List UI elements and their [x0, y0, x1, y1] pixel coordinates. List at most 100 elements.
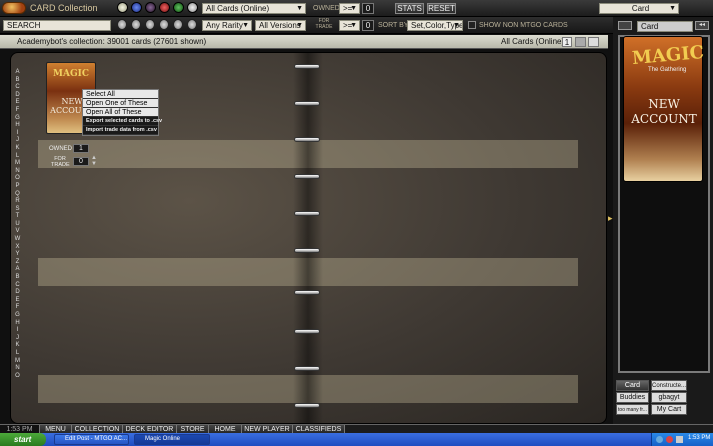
show-non-mtgo-checkbox[interactable] [468, 21, 476, 29]
alphabet-index-letter[interactable]: T [11, 213, 24, 221]
alphabet-index-letter[interactable]: J [11, 335, 24, 343]
alphabet-index-letter[interactable]: B [11, 77, 24, 85]
alphabet-index-letter[interactable]: K [11, 342, 24, 350]
mtgo-logo [2, 2, 26, 14]
alphabet-index-letter[interactable]: I [11, 327, 24, 335]
alphabet-index-letter[interactable]: N [11, 168, 24, 176]
menu-item-open-all[interactable]: Open All of These [83, 108, 158, 117]
artifact-filter-icon[interactable] [131, 19, 141, 30]
alphabet-index-letter[interactable]: D [11, 92, 24, 100]
alphabet-index-letter[interactable]: O [11, 175, 24, 183]
alphabet-index-letter[interactable]: G [11, 312, 24, 320]
trade-stepper-icon[interactable]: ▲ ▼ [91, 155, 97, 167]
search-input[interactable]: SEARCH [3, 20, 111, 31]
tab-too-many[interactable]: too many fr... [616, 404, 649, 415]
list-view-icon[interactable] [575, 37, 586, 47]
black-mana-filter-icon[interactable] [145, 2, 156, 13]
security-icon[interactable] [666, 436, 673, 443]
binder-ring [294, 329, 320, 334]
alphabet-index-letter[interactable]: R [11, 198, 24, 206]
prev-arrow-icon[interactable] [618, 21, 632, 30]
alphabet-index-letter[interactable]: F [11, 107, 24, 115]
alphabet-index-letter[interactable]: I [11, 130, 24, 138]
blue-mana-filter-icon[interactable] [131, 2, 142, 13]
tab-my-cart[interactable]: My Cart [651, 404, 687, 415]
alphabet-index-letter[interactable]: U [11, 221, 24, 229]
trade-operator-select[interactable]: >= ▼ [339, 20, 360, 31]
creature-filter-icon[interactable] [117, 19, 127, 30]
white-mana-filter-icon[interactable] [117, 2, 128, 13]
taskbar-item-edit-post[interactable]: Edit Post - MTGO AC... [54, 434, 129, 445]
stats-button[interactable]: STATS [395, 3, 424, 14]
alphabet-index-letter[interactable]: O [11, 373, 24, 381]
menu-item-import-csv[interactable]: Import trade data from .csv [83, 126, 158, 135]
alphabet-index-letter[interactable]: Y [11, 251, 24, 259]
alphabet-index-letter[interactable]: P [11, 183, 24, 191]
chevron-down-icon: ▼ [296, 22, 303, 29]
preview-pack-subtitle: The Gathering [648, 67, 687, 73]
versions-select[interactable]: All Versions ▼ [255, 20, 306, 31]
view-mode-select[interactable]: Card ▼ [599, 3, 679, 14]
alphabet-index-letter[interactable]: D [11, 289, 24, 297]
red-mana-filter-icon[interactable] [159, 2, 170, 13]
colorless-filter-icon[interactable] [187, 2, 198, 13]
binder-ring [294, 248, 320, 253]
instant-filter-icon[interactable] [173, 19, 183, 30]
alphabet-index-letter[interactable]: M [11, 160, 24, 168]
alphabet-index[interactable]: ABCDEFGHIJKLMNOPQRSTUVWXYZABCDEFGHIJKLMN… [11, 69, 24, 380]
alphabet-index-letter[interactable]: E [11, 297, 24, 305]
menu-item-select-all[interactable]: Select All [83, 90, 158, 99]
alphabet-index-letter[interactable]: N [11, 365, 24, 373]
owned-count-input[interactable]: 0 [362, 3, 374, 14]
alphabet-index-letter[interactable]: L [11, 153, 24, 161]
green-mana-filter-icon[interactable] [173, 2, 184, 13]
trade-count-input[interactable]: 0 [362, 20, 374, 31]
alphabet-index-letter[interactable]: M [11, 358, 24, 366]
preview-pack-line1: NEW [648, 97, 680, 111]
card-set-select[interactable]: All Cards (Online) ▼ [202, 3, 306, 14]
owned-operator-select[interactable]: >= ▼ [339, 3, 360, 14]
alphabet-index-letter[interactable]: S [11, 206, 24, 214]
tab-card[interactable]: Card [616, 380, 649, 391]
land-filter-icon[interactable] [187, 19, 197, 30]
start-button[interactable]: start [0, 433, 46, 446]
alphabet-index-letter[interactable]: G [11, 115, 24, 123]
alphabet-index-letter[interactable]: X [11, 244, 24, 252]
collapse-panel-icon[interactable]: ◂◂ [695, 21, 709, 30]
sort-by-select[interactable]: Set,Color,Type ▼ [407, 20, 463, 31]
enchantment-filter-icon[interactable] [145, 19, 155, 30]
alphabet-index-letter[interactable]: H [11, 320, 24, 328]
volume-icon[interactable] [676, 436, 683, 443]
alphabet-index-letter[interactable]: Q [11, 191, 24, 199]
sorcery-filter-icon[interactable] [159, 19, 169, 30]
alphabet-index-letter[interactable]: Z [11, 259, 24, 267]
alphabet-index-letter[interactable]: B [11, 274, 24, 282]
preview-search-input[interactable]: Card [637, 21, 693, 32]
pack-context-menu: Select All Open One of These Open All of… [82, 89, 162, 136]
alphabet-index-letter[interactable]: C [11, 84, 24, 92]
rarity-select[interactable]: Any Rarity ▼ [202, 20, 252, 31]
alphabet-index-letter[interactable]: L [11, 350, 24, 358]
alphabet-index-letter[interactable]: A [11, 266, 24, 274]
alphabet-index-letter[interactable]: W [11, 236, 24, 244]
alphabet-index-letter[interactable]: V [11, 228, 24, 236]
alphabet-index-letter[interactable]: E [11, 99, 24, 107]
alphabet-index-letter[interactable]: F [11, 304, 24, 312]
tab-constructed[interactable]: Constructe... [651, 380, 687, 391]
alphabet-index-letter[interactable]: J [11, 137, 24, 145]
tab-user[interactable]: gbagyt [651, 392, 687, 403]
alphabet-index-letter[interactable]: C [11, 282, 24, 290]
menu-item-export-csv[interactable]: Export selected cards to .csv [83, 117, 162, 126]
taskbar-item-magic-online[interactable]: Magic Online [134, 434, 210, 445]
expand-panel-arrow-icon[interactable]: ▸ [608, 213, 614, 223]
reset-button[interactable]: RESET [427, 3, 456, 14]
network-icon[interactable] [656, 436, 663, 443]
alphabet-index-letter[interactable]: H [11, 122, 24, 130]
page-number[interactable]: 1 [562, 37, 572, 47]
menu-item-open-one[interactable]: Open One of These [83, 99, 158, 108]
tab-buddies[interactable]: Buddies [616, 392, 649, 403]
alphabet-index-letter[interactable]: K [11, 145, 24, 153]
binder-trade-value[interactable]: 0 [73, 157, 89, 166]
binder-view-icon[interactable] [588, 37, 599, 47]
alphabet-index-letter[interactable]: A [11, 69, 24, 77]
